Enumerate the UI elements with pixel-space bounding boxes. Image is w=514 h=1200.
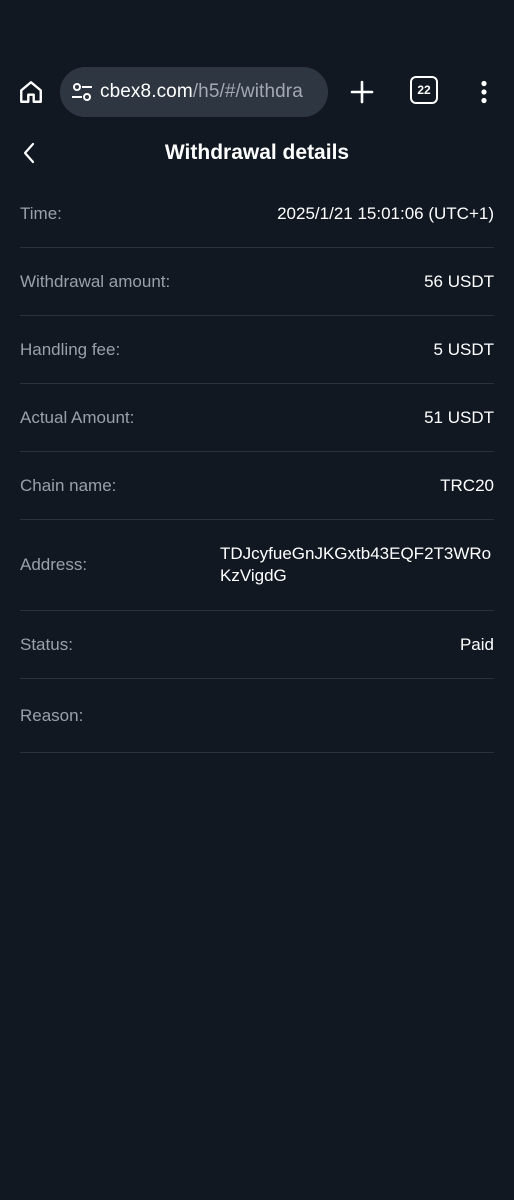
status-bar [0, 0, 514, 60]
detail-value: 2025/1/21 15:01:06 (UTC+1) [277, 203, 494, 223]
detail-row-time: Time: 2025/1/21 15:01:06 (UTC+1) [20, 180, 494, 248]
back-button[interactable] [14, 138, 44, 168]
new-tab-button[interactable] [346, 74, 378, 110]
withdrawal-details-list: Time: 2025/1/21 15:01:06 (UTC+1) Withdra… [0, 180, 514, 753]
detail-label: Address: [20, 555, 88, 574]
detail-label: Withdrawal amount: [20, 271, 171, 291]
tune-icon[interactable] [70, 80, 94, 104]
detail-row-actual-amount: Actual Amount: 51 USDT [20, 384, 494, 452]
detail-value: TRC20 [440, 475, 494, 495]
detail-value: 56 USDT [424, 271, 494, 291]
detail-label: Status: [20, 634, 73, 654]
status-value: Paid [459, 634, 494, 654]
detail-row-reason: Reason: [20, 679, 494, 753]
detail-row-status: Status: Paid [20, 611, 494, 679]
page-title: Withdrawal details [164, 141, 350, 164]
browser-menu-button[interactable] [470, 74, 498, 110]
detail-value: 5 USDT [433, 339, 494, 359]
more-vert-icon [481, 80, 487, 104]
page-header: Withdrawal details [0, 124, 514, 182]
detail-row-chain-name: Chain name: TRC20 [20, 452, 494, 520]
address-bar[interactable]: cbex8.com/h5/#/withdra [60, 67, 328, 117]
detail-label: Time: [20, 203, 62, 223]
home-button[interactable] [14, 75, 48, 109]
home-icon [20, 81, 42, 103]
detail-label: Reason: [20, 705, 84, 725]
url-path: /h5/#/withdra [192, 81, 303, 102]
tab-count: 22 [417, 83, 431, 97]
detail-row-address: Address: TDJcyfueGnJKGxtb43EQF2T3WRoKzVi… [20, 520, 494, 611]
browser-toolbar: cbex8.com/h5/#/withdra 22 [0, 60, 514, 124]
url-text: cbex8.com/h5/#/withdra [100, 81, 303, 103]
detail-row-handling-fee: Handling fee: 5 USDT [20, 316, 494, 384]
plus-icon [350, 80, 374, 104]
detail-value: 51 USDT [424, 407, 494, 427]
detail-label: Chain name: [20, 475, 117, 495]
address-value: TDJcyfueGnJKGxtb43EQF2T3WRoKzVigdG [220, 544, 492, 585]
detail-label: Handling fee: [20, 339, 121, 359]
tab-switcher-button[interactable]: 22 [410, 76, 438, 104]
chevron-left-icon [23, 142, 35, 164]
detail-label: Actual Amount: [20, 407, 135, 427]
url-domain: cbex8.com [100, 81, 193, 102]
detail-row-withdrawal-amount: Withdrawal amount: 56 USDT [20, 248, 494, 316]
